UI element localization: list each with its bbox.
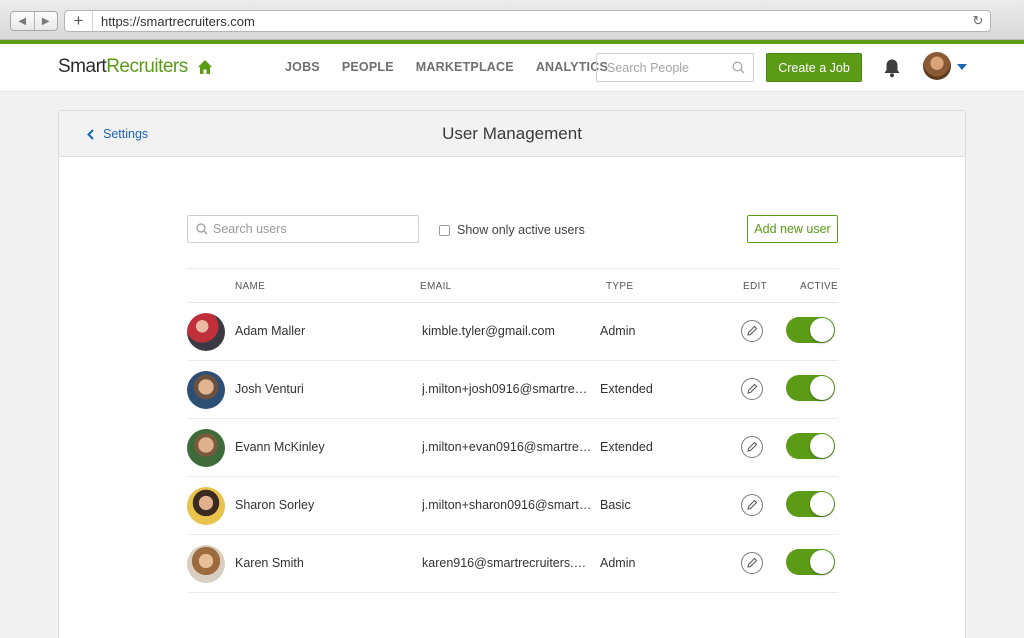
column-name: NAME [235, 281, 266, 292]
search-users-placeholder: Search users [213, 222, 287, 236]
table-row: Karen Smith karen916@smartrecruiters.com… [187, 535, 838, 593]
active-toggle[interactable] [786, 317, 835, 343]
home-icon[interactable] [197, 59, 213, 75]
toggle-knob [810, 376, 834, 400]
active-toggle[interactable] [786, 375, 835, 401]
logo-smart: Smart [58, 56, 107, 77]
user-name[interactable]: Josh Venturi [235, 382, 304, 396]
user-name[interactable]: Evann McKinley [235, 440, 325, 454]
people-search-placeholder: Search People [607, 60, 690, 75]
column-active: ACTIVE [800, 281, 838, 292]
user-email: j.milton+sharon0916@smartrecruiters.com [422, 498, 592, 512]
add-user-button[interactable]: Add new user [747, 215, 838, 243]
back-arrow-icon[interactable]: ◀ [11, 12, 35, 30]
user-type: Extended [600, 382, 653, 396]
toggle-knob [810, 318, 834, 342]
active-toggle[interactable] [786, 491, 835, 517]
user-email: j.milton+josh0916@smartrecruiters.com [422, 382, 592, 396]
nav-people[interactable]: PEOPLE [342, 60, 394, 74]
nav-marketplace[interactable]: MARKETPLACE [416, 60, 514, 74]
user-avatar[interactable] [923, 52, 951, 80]
create-job-button[interactable]: Create a Job [766, 53, 862, 82]
url-text[interactable]: https://smartrecruiters.com [93, 14, 966, 29]
edit-pencil-icon[interactable] [741, 494, 763, 516]
user-name[interactable]: Sharon Sorley [235, 498, 314, 512]
forward-arrow-icon[interactable]: ▶ [35, 12, 58, 30]
user-type: Admin [600, 556, 636, 570]
table-header: NAME EMAIL TYPE EDIT ACTIVE [187, 269, 838, 303]
user-name[interactable]: Adam Maller [235, 324, 305, 338]
column-edit: EDIT [743, 281, 767, 292]
toggle-knob [810, 492, 834, 516]
active-users-filter-label: Show only active users [457, 223, 585, 237]
toggle-knob [810, 550, 834, 574]
chevron-down-icon[interactable] [957, 64, 967, 70]
panel-header: Settings User Management [59, 111, 965, 157]
bell-icon[interactable] [883, 58, 901, 78]
people-search-input[interactable]: Search People [596, 53, 754, 82]
avatar [187, 371, 225, 409]
page-title: User Management [442, 124, 582, 143]
active-toggle[interactable] [786, 433, 835, 459]
user-type: Basic [600, 498, 631, 512]
column-email: EMAIL [420, 281, 452, 292]
avatar [187, 487, 225, 525]
active-toggle[interactable] [786, 549, 835, 575]
active-users-filter[interactable]: Show only active users [439, 223, 585, 237]
search-icon [196, 223, 208, 235]
edit-pencil-icon[interactable] [741, 320, 763, 342]
table-row: Adam Maller kimble.tyler@gmail.com Admin [187, 303, 838, 361]
browser-nav-buttons: ◀ ▶ [10, 11, 58, 31]
table-row: Josh Venturi j.milton+josh0916@smartrecr… [187, 361, 838, 419]
users-table: NAME EMAIL TYPE EDIT ACTIVE Adam Maller … [187, 268, 838, 593]
reload-icon[interactable]: ↻ [966, 13, 990, 29]
avatar [187, 313, 225, 351]
logo[interactable]: SmartRecruiters [58, 56, 188, 78]
table-row: Evann McKinley j.milton+evan0916@smartre… [187, 419, 838, 477]
user-management-panel: Settings User Management Search users Sh… [58, 110, 966, 638]
address-bar[interactable]: + https://smartrecruiters.com ↻ [64, 10, 991, 32]
active-users-checkbox[interactable] [439, 224, 450, 236]
nav-jobs[interactable]: JOBS [285, 60, 320, 74]
search-icon [732, 61, 745, 74]
table-row: Sharon Sorley j.milton+sharon0916@smartr… [187, 477, 838, 535]
logo-recruiters: Recruiters [106, 56, 188, 77]
main-nav: JOBS PEOPLE MARKETPLACE ANALYTICS [285, 60, 608, 74]
column-type: TYPE [606, 281, 634, 292]
app-header: SmartRecruiters JOBS PEOPLE MARKETPLACE … [0, 44, 1024, 92]
edit-pencil-icon[interactable] [741, 378, 763, 400]
toggle-knob [810, 434, 834, 458]
user-type: Admin [600, 324, 636, 338]
user-type: Extended [600, 440, 653, 454]
browser-toolbar: ◀ ▶ + https://smartrecruiters.com ↻ [0, 0, 1024, 40]
avatar [187, 545, 225, 583]
edit-pencil-icon[interactable] [741, 552, 763, 574]
avatar [187, 429, 225, 467]
edit-pencil-icon[interactable] [741, 436, 763, 458]
user-email: j.milton+evan0916@smartrecruiters.com [422, 440, 592, 454]
new-tab-icon[interactable]: + [65, 11, 93, 31]
user-email: kimble.tyler@gmail.com [422, 324, 555, 338]
user-name[interactable]: Karen Smith [235, 556, 304, 570]
user-email: karen916@smartrecruiters.com [422, 556, 592, 570]
search-users-input[interactable]: Search users [187, 215, 419, 243]
